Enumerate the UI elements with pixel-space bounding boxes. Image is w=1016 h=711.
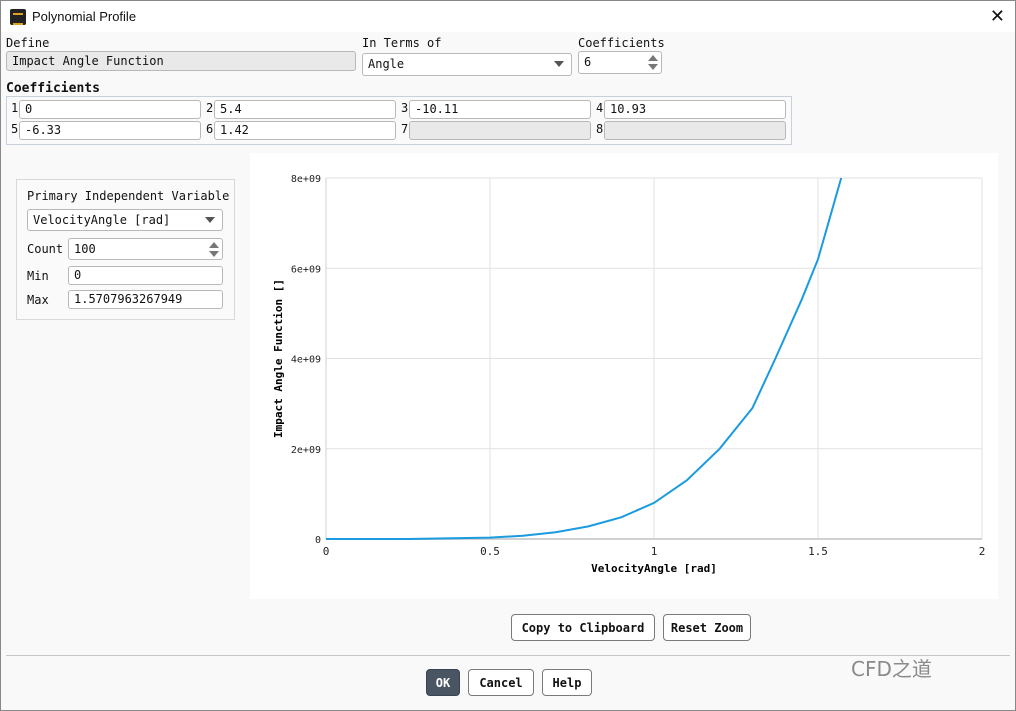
variable-value: VelocityAngle [rad] [33, 213, 171, 227]
title-bar: Polynomial Profile ✕ [1, 1, 1015, 32]
coefficient-index: 1 [11, 101, 19, 115]
coefficient-index: 3 [401, 101, 409, 115]
variable-dropdown[interactable]: VelocityAngle [rad] [27, 209, 223, 231]
coefficient-index: 5 [11, 122, 19, 136]
panel-title: Primary Independent Variable [27, 189, 230, 203]
count-value: 100 [74, 242, 96, 256]
coefficient-index: 2 [206, 101, 214, 115]
coefficient-input-8[interactable] [604, 121, 786, 140]
x-tick-label: 0.5 [480, 545, 500, 558]
x-tick-label: 1 [651, 545, 658, 558]
coefficients-grid: 1 0 2 5.4 3 -10.11 4 10.93 5 -6.33 6 1.42 7 8 [6, 96, 792, 145]
x-tick-label: 1.5 [808, 545, 828, 558]
chevron-down-icon [554, 61, 564, 67]
x-tick-label: 2 [979, 545, 986, 558]
window-title: Polynomial Profile [32, 9, 137, 24]
coefficient-count-value: 6 [584, 55, 592, 69]
y-tick-label: 2e+09 [291, 445, 321, 456]
help-button[interactable]: Help [542, 669, 592, 696]
coefficient-input-3[interactable]: -10.11 [409, 100, 591, 119]
watermark: CFD之道 [851, 657, 932, 681]
plot-area[interactable]: 0 0.5 1 1.5 2 0 2e+09 4e+09 6e+09 8e+09 VelocityAn… [250, 153, 998, 599]
coefficient-index: 6 [206, 122, 214, 136]
y-tick-label: 6e+09 [291, 264, 321, 275]
in-terms-of-label: In Terms of [362, 36, 442, 50]
spinner-arrows-icon[interactable] [209, 240, 219, 258]
close-icon[interactable]: ✕ [990, 6, 1005, 27]
y-tick-label: 8e+09 [291, 174, 321, 185]
min-input[interactable]: 0 [68, 266, 223, 285]
max-input[interactable]: 1.5707963267949 [68, 290, 223, 309]
coefficient-index: 8 [596, 122, 604, 136]
coefficient-input-2[interactable]: 5.4 [214, 100, 396, 119]
x-axis-label: VelocityAngle [rad] [591, 562, 717, 575]
xy-plot[interactable]: 0 0.5 1 1.5 2 0 2e+09 4e+09 6e+09 8e+09 VelocityAn… [250, 153, 998, 599]
reset-zoom-button[interactable]: Reset Zoom [663, 614, 751, 641]
y-tick-label: 4e+09 [291, 355, 321, 366]
independent-variable-panel: Primary Independent Variable VelocityAng… [16, 179, 235, 320]
spinner-arrows-icon[interactable] [648, 53, 658, 71]
app-logo-icon [10, 8, 26, 25]
coefficient-input-7[interactable] [409, 121, 591, 140]
min-label: Min [27, 269, 49, 283]
y-tick-label: 0 [315, 535, 321, 546]
max-label: Max [27, 293, 49, 307]
in-terms-of-value: Angle [368, 57, 405, 71]
polynomial-profile-dialog: Polynomial Profile ✕ Define Impact Angle… [0, 0, 1016, 711]
coefficient-input-5[interactable]: -6.33 [19, 121, 201, 140]
in-terms-of-dropdown[interactable]: Angle [362, 53, 572, 76]
coefficient-index: 7 [401, 122, 409, 136]
coefficient-input-1[interactable]: 0 [19, 100, 201, 119]
ok-button[interactable]: OK [426, 669, 460, 696]
define-field[interactable]: Impact Angle Function [6, 51, 356, 71]
x-tick-label: 0 [323, 545, 330, 558]
y-axis-label: Impact Angle Function [] [272, 279, 285, 438]
count-spinner[interactable]: 100 [68, 238, 223, 260]
coefficient-input-6[interactable]: 1.42 [214, 121, 396, 140]
copy-to-clipboard-button[interactable]: Copy to Clipboard [511, 614, 655, 641]
define-label: Define [6, 36, 50, 50]
coefficient-count-label: Coefficients [578, 36, 665, 50]
coefficient-count-spinner[interactable]: 6 [578, 51, 662, 74]
coefficient-index: 4 [596, 101, 604, 115]
coefficient-input-4[interactable]: 10.93 [604, 100, 786, 119]
count-label: Count [27, 242, 64, 256]
coefficients-heading: Coefficients [6, 81, 100, 96]
chevron-down-icon [205, 217, 215, 223]
cancel-button[interactable]: Cancel [468, 669, 534, 696]
